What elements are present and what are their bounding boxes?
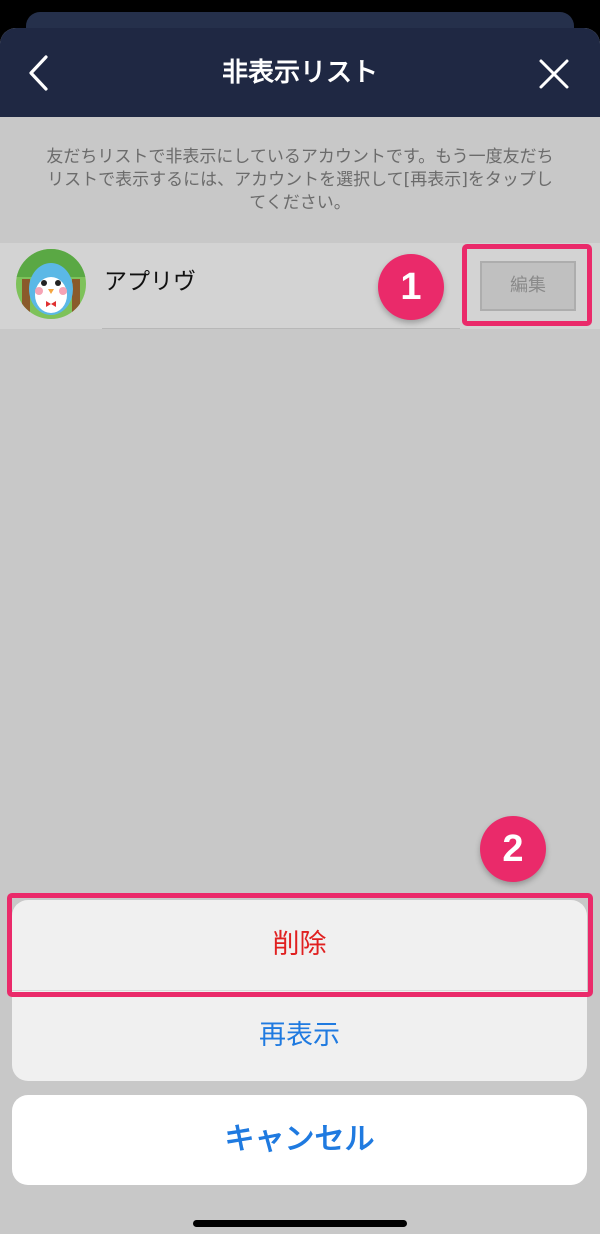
penguin-avatar-icon bbox=[16, 249, 86, 319]
avatar[interactable] bbox=[16, 249, 86, 319]
account-name: アプリヴ bbox=[104, 269, 196, 295]
edit-highlight-box bbox=[462, 244, 592, 326]
header-bar: 非表示リスト bbox=[0, 28, 600, 117]
step-badge-1: 1 bbox=[378, 254, 444, 320]
description-text: 友だちリストで非表示にしているアカウントです。もう一度友だち リストで表示するに… bbox=[46, 147, 554, 213]
page-title: 非表示リスト bbox=[221, 58, 378, 88]
cancel-button[interactable]: キャンセル bbox=[12, 1095, 587, 1185]
step-badge-2: 2 bbox=[480, 816, 546, 882]
delete-highlight-box bbox=[7, 893, 593, 997]
unhide-button[interactable]: 再表示 bbox=[12, 991, 587, 1081]
home-indicator bbox=[193, 1220, 407, 1227]
close-icon[interactable] bbox=[538, 58, 570, 90]
row-divider bbox=[102, 328, 460, 329]
